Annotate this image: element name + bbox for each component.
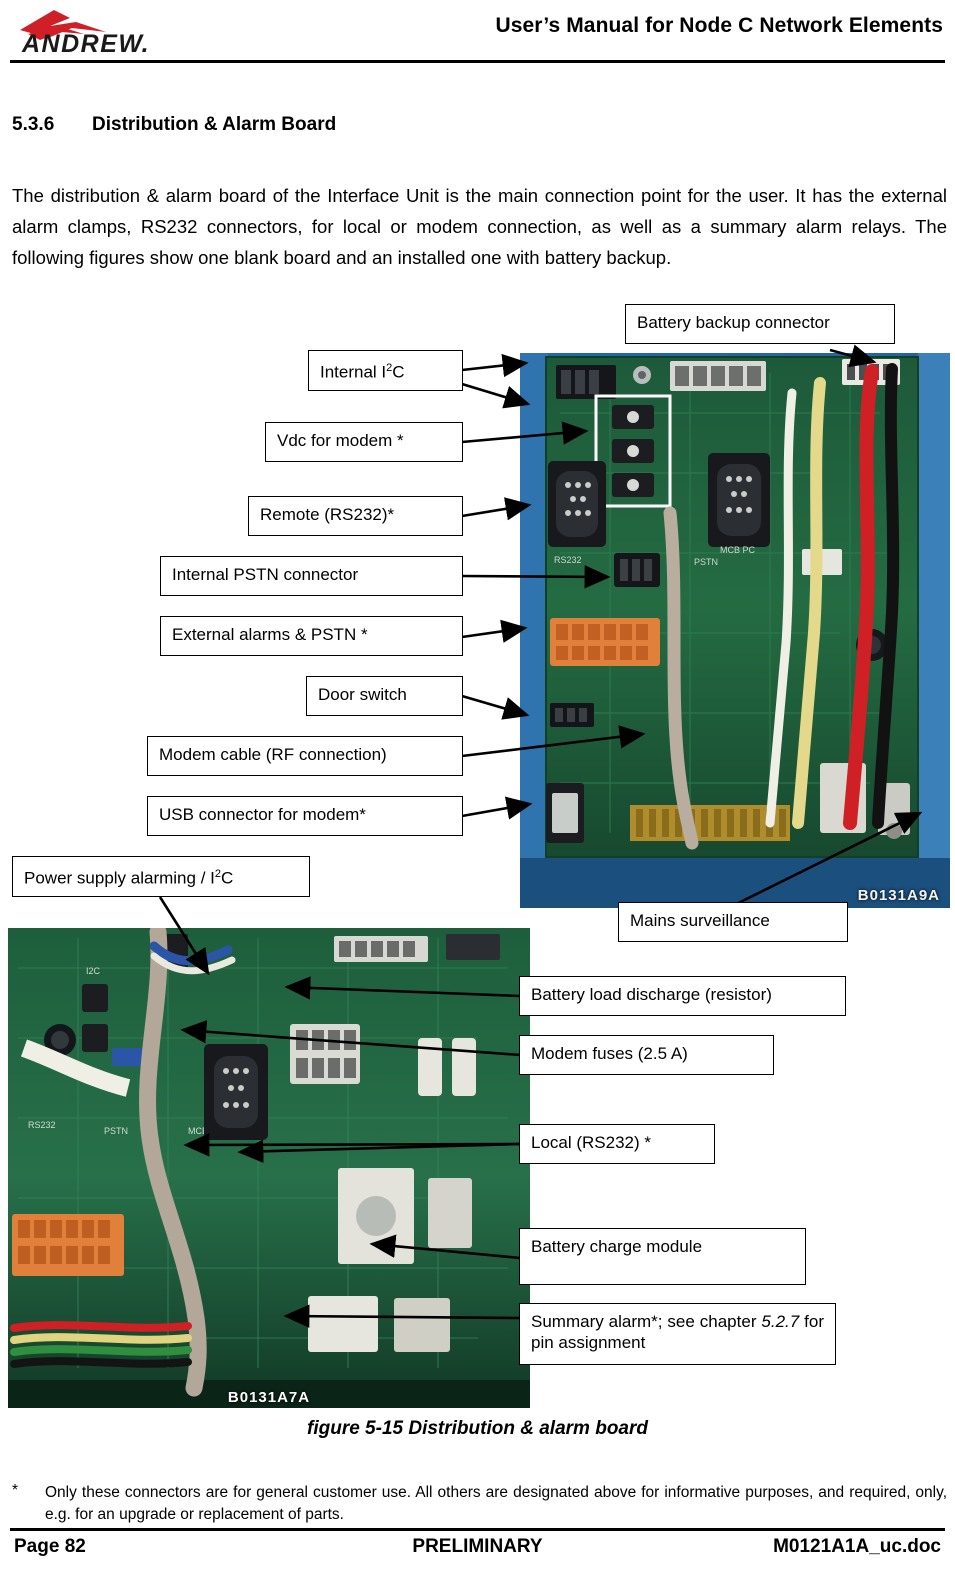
footer-docname: M0121A1A_uc.doc [773, 1536, 941, 1557]
section-paragraph: The distribution & alarm board of the In… [12, 185, 947, 268]
callout-local-rs232: Local (RS232) * [519, 1124, 715, 1164]
svg-text:RS232: RS232 [554, 555, 582, 565]
header-title: User’s Manual for Node C Network Element… [495, 14, 943, 37]
callout-local-rs232-label: Local (RS232) * [531, 1133, 652, 1152]
callout-power-supply-suffix: C [221, 868, 234, 888]
callout-internal-i2c: Internal I2C [308, 350, 463, 391]
figure-caption: figure 5-15 Distribution & alarm board [307, 1418, 648, 1439]
photo-bottom-id: B0131A7A [227, 1389, 311, 1406]
callout-battery-load-label: Battery load discharge (resistor) [531, 985, 772, 1004]
svg-text:PSTN: PSTN [694, 557, 718, 567]
callout-vdc-modem-label: Vdc for modem * [277, 431, 404, 450]
svg-text:I2C: I2C [86, 966, 101, 976]
callout-battery-backup: Battery backup connector [625, 304, 895, 344]
callout-power-supply-alarming: Power supply alarming / I2C [12, 856, 310, 897]
callout-modem-cable: Modem cable (RF connection) [147, 736, 463, 776]
page-header: ANDREW. User’s Manual for Node C Network… [0, 0, 955, 58]
callout-internal-pstn: Internal PSTN connector [160, 556, 463, 596]
callout-external-alarms-label: External alarms & PSTN * [172, 625, 368, 644]
callout-summary-alarm-label: Summary alarm*; see chapter [531, 1312, 762, 1331]
callout-battery-charge-label: Battery charge module [531, 1237, 703, 1256]
svg-text:ANDREW.: ANDREW. [21, 30, 150, 54]
footnote-marker: * [12, 1482, 19, 1499]
callout-modem-cable-label: Modem cable (RF connection) [159, 745, 387, 764]
photo-top-id: B0131A9A [857, 887, 940, 904]
footer-divider [10, 1528, 945, 1531]
callout-door-switch: Door switch [306, 676, 463, 716]
callout-battery-charge: Battery charge module [519, 1228, 806, 1285]
header-divider [10, 60, 945, 63]
document-page: ANDREW. User’s Manual for Node C Network… [0, 0, 955, 1574]
callout-mains-surveillance: Mains surveillance [618, 902, 848, 942]
callout-vdc-modem: Vdc for modem * [265, 422, 463, 462]
section-number: 5.3.6 [12, 114, 55, 135]
callout-modem-fuses-label: Modem fuses (2.5 A) [531, 1044, 688, 1063]
pcb-photo-top: RS232 PSTN MCB PC B0131A9A [520, 353, 950, 908]
figure-block: RS232 PSTN MCB PC B0131A9A I2C RS232 PST… [0, 300, 955, 1410]
callout-remote-rs232: Remote (RS232)* [248, 496, 463, 536]
pcb-photo-bottom: I2CI2CRS232 PSTNMCB PC [8, 928, 530, 1408]
footnote-text: Only these connectors are for general cu… [45, 1484, 947, 1523]
callout-modem-fuses: Modem fuses (2.5 A) [519, 1035, 774, 1075]
svg-text:MCB PC: MCB PC [720, 545, 756, 555]
callout-usb-connector-label: USB connector for modem* [159, 805, 366, 824]
section-title: Distribution & Alarm Board [92, 114, 337, 135]
callout-power-supply-label: Power supply alarming / I [24, 868, 215, 888]
callout-usb-connector: USB connector for modem* [147, 796, 463, 836]
callout-internal-i2c-suffix: C [392, 362, 405, 382]
svg-text:RS232: RS232 [28, 1120, 56, 1130]
callout-remote-rs232-label: Remote (RS232)* [260, 505, 395, 524]
callout-internal-i2c-label: Internal I [320, 362, 387, 382]
callout-door-switch-label: Door switch [318, 685, 407, 704]
callout-external-alarms: External alarms & PSTN * [160, 616, 463, 656]
callout-summary-alarm-ref: 5.2.7 [761, 1312, 800, 1331]
andrew-logo: ANDREW. [14, 8, 210, 54]
callout-internal-pstn-label: Internal PSTN connector [172, 565, 359, 584]
callout-mains-surveillance-label: Mains surveillance [630, 911, 770, 930]
callout-summary-alarm: Summary alarm*; see chapter 5.2.7 for pi… [519, 1303, 836, 1365]
callout-battery-backup-label: Battery backup connector [637, 313, 830, 332]
callout-battery-load: Battery load discharge (resistor) [519, 976, 846, 1016]
svg-text:PSTN: PSTN [104, 1126, 128, 1136]
